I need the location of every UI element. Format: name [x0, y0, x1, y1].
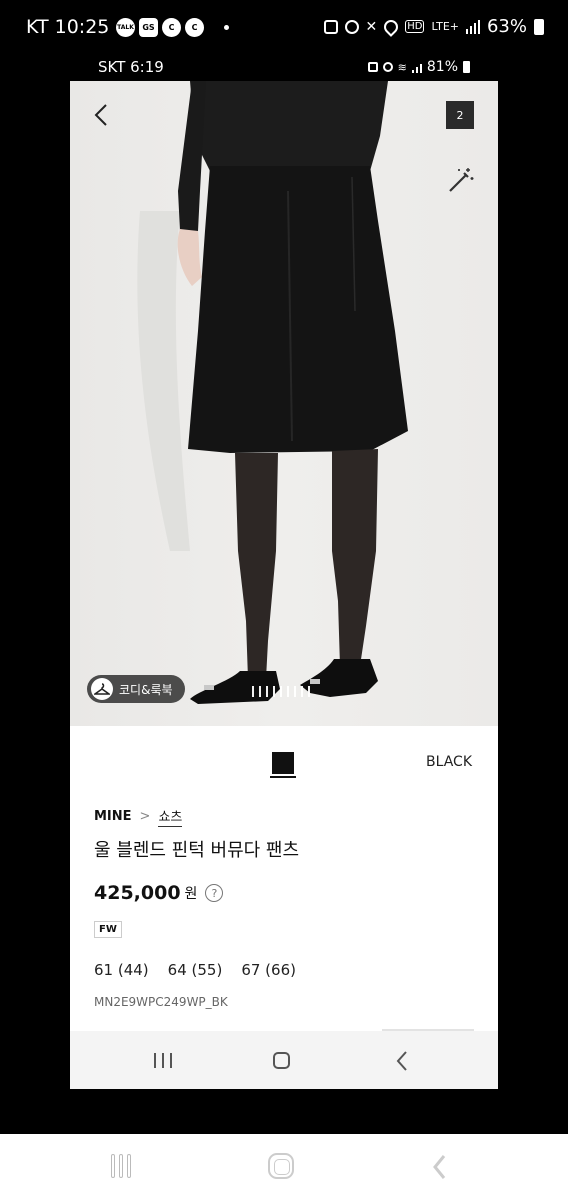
size-option[interactable]: 64 (55) — [168, 961, 223, 979]
image-page-badge[interactable]: 2 — [446, 101, 474, 129]
lte-indicator: LTE+ — [431, 19, 459, 33]
inner-status-bar: SKT 6:19 ≋ 81% — [70, 56, 498, 81]
product-info: BLACK MINE > 쇼츠 울 블렌드 핀턱 버뮤다 팬츠 425,000 … — [70, 726, 498, 1031]
category-link[interactable]: 쇼츠 — [158, 806, 183, 827]
chevron-right-icon: > — [139, 809, 151, 824]
inner-screenshot-icon — [367, 62, 378, 72]
home-icon[interactable] — [273, 1052, 290, 1069]
product-price: 425,000 — [94, 882, 181, 904]
wifi-icon: ≋ — [397, 60, 407, 74]
outer-recents-icon[interactable] — [111, 1154, 131, 1178]
outer-status-right: ✕ HD LTE+ 63% — [323, 16, 544, 37]
color-swatch-black[interactable] — [272, 752, 294, 774]
back-icon[interactable] — [92, 103, 112, 127]
color-name: BLACK — [426, 754, 473, 770]
price-info-icon[interactable]: ? — [205, 884, 224, 902]
signal-icon — [465, 19, 480, 34]
kakaotalk-icon: TALK — [116, 18, 135, 37]
outer-status-time: KT 10:25 — [26, 16, 110, 38]
selected-swatch-underline — [270, 776, 296, 778]
alarm-icon — [344, 19, 359, 34]
codi-lookbook-button[interactable]: 코디&룩북 — [87, 675, 185, 703]
inner-status-right: ≋ 81% — [367, 59, 470, 75]
c-notification-icon: C — [162, 18, 181, 37]
outer-back-icon[interactable] — [430, 1153, 448, 1181]
size-option[interactable]: 61 (44) — [94, 961, 149, 979]
more-notifications-dot-icon — [224, 25, 229, 30]
outer-home-icon[interactable] — [268, 1153, 294, 1179]
image-carousel-indicator[interactable] — [252, 686, 310, 697]
price-currency: 원 — [184, 886, 198, 902]
magic-wand-icon[interactable] — [444, 165, 476, 197]
battery-icon — [534, 18, 544, 35]
battery-percent: 63% — [486, 16, 527, 37]
inner-status-time: SKT 6:19 — [98, 58, 164, 76]
notification-badges: TALK GS C C — [116, 18, 229, 37]
outer-navigation-bar — [0, 1134, 568, 1200]
inner-navigation-bar — [70, 1031, 498, 1089]
size-list: 61 (44) 64 (55) 67 (66) — [94, 961, 296, 979]
breadcrumb: MINE > 쇼츠 — [94, 806, 183, 827]
season-badge: FW — [94, 921, 122, 938]
codi-lookbook-label: 코디&룩북 — [119, 682, 173, 697]
price-row: 425,000 원 ? — [94, 882, 224, 904]
location-icon — [381, 16, 402, 37]
inner-battery-percent: 81% — [426, 59, 458, 75]
product-image[interactable]: 2 코디&룩북 — [70, 81, 498, 726]
hanger-icon — [91, 678, 113, 700]
nav-back-icon[interactable] — [395, 1050, 409, 1072]
inner-battery-icon — [463, 61, 470, 73]
mute-icon: ✕ — [365, 18, 378, 35]
brand-link[interactable]: MINE — [94, 809, 132, 824]
hd-icon: HD — [405, 20, 425, 33]
product-sku: MN2E9WPC249WP_BK — [94, 995, 228, 1009]
c-notification-icon-2: C — [185, 18, 204, 37]
outer-status-bar: KT 10:25 TALK GS C C ✕ HD LTE+ 63% — [0, 0, 568, 56]
product-name: 울 블렌드 핀턱 버뮤다 팬츠 — [94, 840, 300, 861]
product-photo-illustration — [137, 81, 408, 704]
gs-icon: GS — [139, 18, 158, 37]
screenshot-icon — [323, 19, 338, 34]
recents-icon[interactable] — [154, 1053, 172, 1068]
inner-alarm-icon — [382, 62, 393, 72]
size-option[interactable]: 67 (66) — [241, 961, 296, 979]
inner-signal-icon — [411, 62, 422, 73]
